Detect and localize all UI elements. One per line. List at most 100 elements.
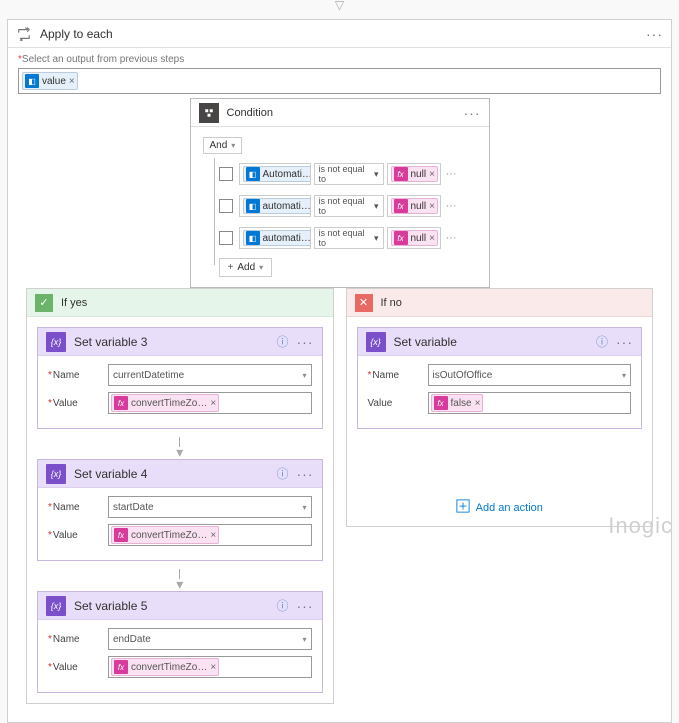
row-menu[interactable]: ··· [446, 168, 457, 180]
action-menu[interactable]: ··· [616, 334, 633, 350]
action-title: Set variable 5 [74, 599, 276, 613]
set-variable-card: {x} Set variable 3 ⓘ ··· Name currentDat… [37, 327, 323, 429]
row-menu[interactable]: ··· [446, 200, 457, 212]
condition-left[interactable]: ◧Automati…× [239, 163, 311, 185]
info-icon[interactable]: ⓘ [276, 333, 288, 350]
info-icon[interactable]: ⓘ [276, 597, 288, 614]
value-token-label: value [42, 76, 66, 87]
condition-header[interactable]: Condition ··· [191, 99, 489, 127]
chevron-down-icon: ▾ [374, 201, 379, 212]
condition-right[interactable]: fxnull× [387, 163, 441, 185]
plus-icon: + [228, 262, 234, 273]
flow-arrow: ▾ [37, 569, 323, 589]
add-action-label: Add an action [476, 502, 543, 514]
value-input[interactable]: fxconvertTimeZo…× [108, 524, 312, 546]
condition-row: ◧automati…× is not equal to▾ fxnull× ··· [207, 194, 477, 218]
condition-right[interactable]: fxnull× [387, 227, 441, 249]
fx-icon: fx [114, 528, 128, 542]
chevron-down-icon: ▾ [302, 635, 306, 644]
if-yes-title: If yes [61, 297, 87, 309]
if-yes-header[interactable]: ✓ If yes [27, 289, 333, 317]
action-header[interactable]: {x} Set variable 3 ⓘ ··· [38, 328, 322, 356]
variable-icon: {x} [46, 464, 66, 484]
variable-icon: {x} [46, 332, 66, 352]
remove-token-icon[interactable]: × [210, 662, 216, 673]
condition-right[interactable]: fxnull× [387, 195, 441, 217]
set-variable-card: {x} Set variable ⓘ ··· Name isOutOfOffic… [357, 327, 643, 429]
row-checkbox[interactable] [219, 231, 233, 245]
value-token[interactable]: ◧ value × [22, 72, 78, 90]
chevron-down-icon: ▾ [622, 371, 626, 380]
info-icon[interactable]: ⓘ [596, 333, 608, 350]
set-variable-card: {x} Set variable 5 ⓘ ··· Name endDate▾ [37, 591, 323, 693]
row-checkbox[interactable] [219, 167, 233, 181]
condition-row: ◧automati…× is not equal to▾ fxnull× ··· [207, 226, 477, 250]
remove-token-icon[interactable]: × [429, 201, 435, 212]
remove-token-icon[interactable]: × [69, 76, 75, 87]
dynamics-icon: ◧ [246, 231, 260, 245]
name-input[interactable]: currentDatetime▾ [108, 364, 312, 386]
output-input[interactable]: ◧ value × [18, 68, 661, 94]
name-label: Name [48, 502, 108, 513]
loop-icon [16, 26, 32, 42]
group-operator[interactable]: And ▾ [203, 137, 243, 154]
chevron-down-icon: ▾ [302, 503, 306, 512]
condition-card: Condition ··· And ▾ ◧Automati…× is not e… [190, 98, 490, 288]
add-condition-button[interactable]: + Add ▾ [219, 258, 273, 277]
value-label: Value [368, 398, 428, 409]
chevron-down-icon: ▾ [231, 141, 235, 150]
add-label: Add [237, 262, 255, 273]
condition-operator[interactable]: is not equal to▾ [314, 227, 384, 249]
action-title: Set variable 3 [74, 335, 276, 349]
action-menu[interactable]: ··· [297, 334, 314, 350]
remove-token-icon[interactable]: × [475, 398, 481, 409]
condition-operator[interactable]: is not equal to▾ [314, 163, 384, 185]
value-input[interactable]: fxfalse× [428, 392, 632, 414]
apply-to-each-header[interactable]: Apply to each ··· [8, 20, 671, 48]
action-menu[interactable]: ··· [297, 466, 314, 482]
fx-icon: fx [394, 231, 408, 245]
action-header[interactable]: {x} Set variable 4 ⓘ ··· [38, 460, 322, 488]
remove-token-icon[interactable]: × [210, 530, 216, 541]
name-label: Name [48, 634, 108, 645]
apply-to-each-title: Apply to each [40, 27, 646, 41]
remove-token-icon[interactable]: × [429, 169, 435, 180]
condition-left[interactable]: ◧automati…× [239, 195, 311, 217]
check-icon: ✓ [35, 294, 53, 312]
condition-left[interactable]: ◧automati…× [239, 227, 311, 249]
condition-operator[interactable]: is not equal to▾ [314, 195, 384, 217]
add-action-link[interactable]: Add an action [357, 499, 643, 516]
condition-menu[interactable]: ··· [464, 105, 481, 121]
remove-token-icon[interactable]: × [210, 398, 216, 409]
value-label: Value [48, 530, 108, 541]
action-menu[interactable]: ··· [297, 598, 314, 614]
fx-icon: fx [114, 396, 128, 410]
apply-to-each-menu[interactable]: ··· [646, 26, 663, 42]
condition-row: ◧Automati…× is not equal to▾ fxnull× ··· [207, 162, 477, 186]
chevron-down-icon: ▾ [374, 233, 379, 244]
row-checkbox[interactable] [219, 199, 233, 213]
remove-token-icon[interactable]: × [429, 233, 435, 244]
if-no-branch: ✕ If no {x} Set variable ⓘ ··· Nam [346, 288, 654, 527]
value-input[interactable]: fxconvertTimeZo…× [108, 656, 312, 678]
if-no-header[interactable]: ✕ If no [347, 289, 653, 317]
name-input[interactable]: isOutOfOffice▾ [428, 364, 632, 386]
action-header[interactable]: {x} Set variable 5 ⓘ ··· [38, 592, 322, 620]
value-input[interactable]: fxconvertTimeZo…× [108, 392, 312, 414]
condition-title: Condition [227, 107, 464, 119]
row-menu[interactable]: ··· [446, 232, 457, 244]
value-label: Value [48, 662, 108, 673]
flow-arrow: ▾ [37, 437, 323, 457]
action-header[interactable]: {x} Set variable ⓘ ··· [358, 328, 642, 356]
variable-icon: {x} [366, 332, 386, 352]
chevron-down-icon: ▾ [374, 169, 379, 180]
dynamics-icon: ◧ [246, 199, 260, 213]
set-variable-card: {x} Set variable 4 ⓘ ··· Name startDate▾ [37, 459, 323, 561]
add-action-icon [456, 499, 470, 516]
fx-icon: fx [394, 167, 408, 181]
dynamics-icon: ◧ [246, 167, 260, 181]
info-icon[interactable]: ⓘ [276, 465, 288, 482]
name-input[interactable]: startDate▾ [108, 496, 312, 518]
name-input[interactable]: endDate▾ [108, 628, 312, 650]
fx-icon: fx [434, 396, 448, 410]
